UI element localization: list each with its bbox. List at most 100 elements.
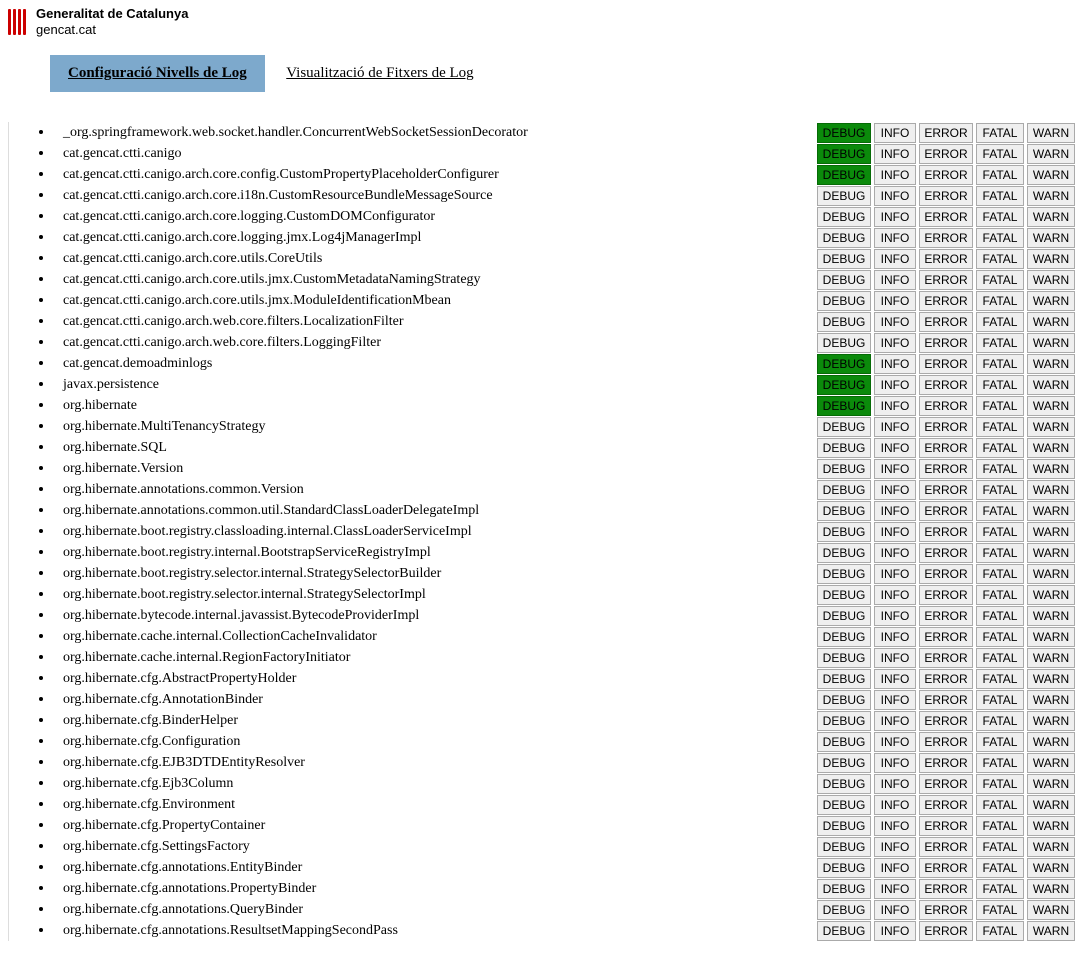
level-button-fatal[interactable]: FATAL [976,795,1024,815]
level-button-fatal[interactable]: FATAL [976,270,1024,290]
level-button-error[interactable]: ERROR [919,564,973,584]
level-button-warn[interactable]: WARN [1027,690,1075,710]
level-button-warn[interactable]: WARN [1027,228,1075,248]
level-button-error[interactable]: ERROR [919,144,973,164]
level-button-info[interactable]: INFO [874,396,916,416]
level-button-error[interactable]: ERROR [919,501,973,521]
level-button-fatal[interactable]: FATAL [976,312,1024,332]
level-button-debug[interactable]: DEBUG [817,690,871,710]
level-button-debug[interactable]: DEBUG [817,291,871,311]
level-button-warn[interactable]: WARN [1027,711,1075,731]
level-button-info[interactable]: INFO [874,249,916,269]
level-button-info[interactable]: INFO [874,228,916,248]
level-button-error[interactable]: ERROR [919,753,973,773]
tab-config-log-levels[interactable]: Configuració Nivells de Log [50,55,265,92]
level-button-warn[interactable]: WARN [1027,123,1075,143]
level-button-fatal[interactable]: FATAL [976,585,1024,605]
level-button-fatal[interactable]: FATAL [976,774,1024,794]
level-button-fatal[interactable]: FATAL [976,501,1024,521]
level-button-info[interactable]: INFO [874,585,916,605]
level-button-warn[interactable]: WARN [1027,837,1075,857]
level-button-error[interactable]: ERROR [919,732,973,752]
level-button-fatal[interactable]: FATAL [976,606,1024,626]
level-button-fatal[interactable]: FATAL [976,396,1024,416]
level-button-debug[interactable]: DEBUG [817,858,871,878]
level-button-fatal[interactable]: FATAL [976,837,1024,857]
level-button-fatal[interactable]: FATAL [976,291,1024,311]
level-button-info[interactable]: INFO [874,333,916,353]
level-button-fatal[interactable]: FATAL [976,816,1024,836]
level-button-debug[interactable]: DEBUG [817,249,871,269]
level-button-info[interactable]: INFO [874,690,916,710]
level-button-debug[interactable]: DEBUG [817,753,871,773]
level-button-fatal[interactable]: FATAL [976,417,1024,437]
level-button-error[interactable]: ERROR [919,165,973,185]
level-button-fatal[interactable]: FATAL [976,690,1024,710]
level-button-warn[interactable]: WARN [1027,921,1075,941]
level-button-warn[interactable]: WARN [1027,333,1075,353]
level-button-warn[interactable]: WARN [1027,291,1075,311]
level-button-fatal[interactable]: FATAL [976,228,1024,248]
level-button-warn[interactable]: WARN [1027,879,1075,899]
level-button-debug[interactable]: DEBUG [817,900,871,920]
level-button-fatal[interactable]: FATAL [976,165,1024,185]
level-button-info[interactable]: INFO [874,207,916,227]
level-button-debug[interactable]: DEBUG [817,816,871,836]
level-button-warn[interactable]: WARN [1027,459,1075,479]
level-button-warn[interactable]: WARN [1027,396,1075,416]
level-button-fatal[interactable]: FATAL [976,543,1024,563]
level-button-fatal[interactable]: FATAL [976,564,1024,584]
level-button-fatal[interactable]: FATAL [976,921,1024,941]
level-button-warn[interactable]: WARN [1027,753,1075,773]
level-button-info[interactable]: INFO [874,522,916,542]
level-button-info[interactable]: INFO [874,774,916,794]
level-button-error[interactable]: ERROR [919,711,973,731]
level-button-debug[interactable]: DEBUG [817,144,871,164]
level-button-warn[interactable]: WARN [1027,606,1075,626]
level-button-error[interactable]: ERROR [919,543,973,563]
level-button-warn[interactable]: WARN [1027,522,1075,542]
level-button-error[interactable]: ERROR [919,606,973,626]
level-button-error[interactable]: ERROR [919,354,973,374]
level-button-error[interactable]: ERROR [919,522,973,542]
level-button-warn[interactable]: WARN [1027,648,1075,668]
level-button-debug[interactable]: DEBUG [817,228,871,248]
level-button-warn[interactable]: WARN [1027,165,1075,185]
level-button-info[interactable]: INFO [874,627,916,647]
level-button-info[interactable]: INFO [874,921,916,941]
level-button-debug[interactable]: DEBUG [817,732,871,752]
level-button-fatal[interactable]: FATAL [976,459,1024,479]
level-button-debug[interactable]: DEBUG [817,627,871,647]
level-button-info[interactable]: INFO [874,606,916,626]
level-button-error[interactable]: ERROR [919,417,973,437]
level-button-warn[interactable]: WARN [1027,501,1075,521]
level-button-warn[interactable]: WARN [1027,270,1075,290]
level-button-warn[interactable]: WARN [1027,480,1075,500]
level-button-info[interactable]: INFO [874,144,916,164]
level-button-debug[interactable]: DEBUG [817,417,871,437]
level-button-error[interactable]: ERROR [919,837,973,857]
level-button-info[interactable]: INFO [874,753,916,773]
level-button-warn[interactable]: WARN [1027,354,1075,374]
level-button-fatal[interactable]: FATAL [976,711,1024,731]
level-button-debug[interactable]: DEBUG [817,774,871,794]
level-button-error[interactable]: ERROR [919,627,973,647]
level-button-fatal[interactable]: FATAL [976,480,1024,500]
level-button-debug[interactable]: DEBUG [817,438,871,458]
level-button-debug[interactable]: DEBUG [817,396,871,416]
level-button-debug[interactable]: DEBUG [817,522,871,542]
level-button-error[interactable]: ERROR [919,207,973,227]
level-button-info[interactable]: INFO [874,816,916,836]
level-button-debug[interactable]: DEBUG [817,711,871,731]
level-button-info[interactable]: INFO [874,291,916,311]
level-button-warn[interactable]: WARN [1027,249,1075,269]
level-button-warn[interactable]: WARN [1027,669,1075,689]
level-button-debug[interactable]: DEBUG [817,501,871,521]
level-button-info[interactable]: INFO [874,165,916,185]
level-button-warn[interactable]: WARN [1027,816,1075,836]
level-button-fatal[interactable]: FATAL [976,753,1024,773]
level-button-error[interactable]: ERROR [919,186,973,206]
level-button-debug[interactable]: DEBUG [817,375,871,395]
level-button-error[interactable]: ERROR [919,312,973,332]
level-button-debug[interactable]: DEBUG [817,795,871,815]
